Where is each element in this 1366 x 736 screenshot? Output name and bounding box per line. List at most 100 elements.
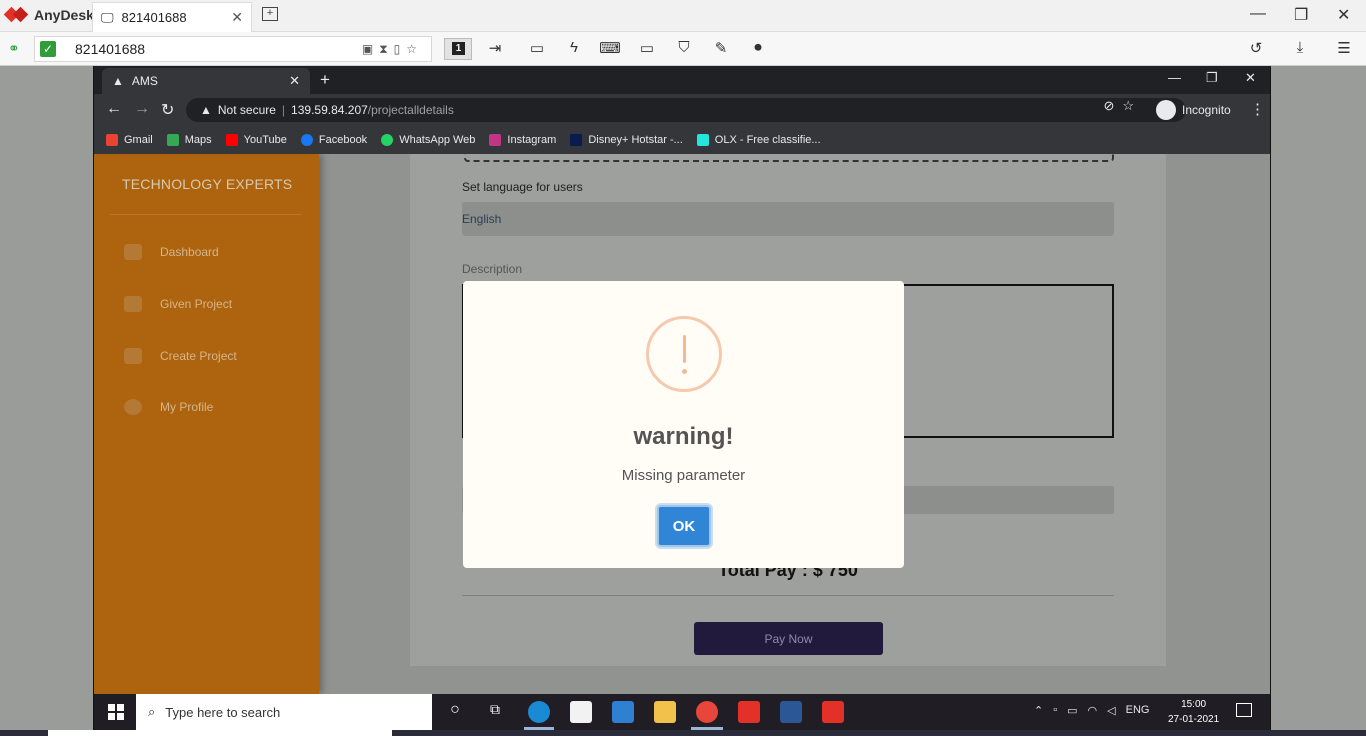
sidebar-item-given-project[interactable]: Given Project <box>124 296 232 312</box>
word-icon[interactable] <box>780 701 802 723</box>
ok-button[interactable]: OK <box>657 505 711 547</box>
anydesk-logo: AnyDesk <box>3 6 94 24</box>
chrome-toolbar: ← → ↻ ▲ Not secure | 139.59.84.207/proje… <box>94 94 1270 126</box>
anydesk-icon[interactable] <box>822 701 844 723</box>
language-label: Set language for users <box>462 180 583 194</box>
edge-icon[interactable] <box>528 701 550 723</box>
reload-icon[interactable]: ↻ <box>161 100 174 120</box>
security-label: Not secure <box>217 103 276 117</box>
url-bar[interactable]: ▲ Not secure | 139.59.84.207/projectalld… <box>186 98 1186 122</box>
record-icon[interactable]: ⏺ <box>747 39 769 56</box>
actions-icon[interactable]: ϟ <box>563 39 585 56</box>
verified-icon: ✓ <box>40 41 56 57</box>
anydesk-tabbar: AnyDesk 🖵 821401688 ✕ + — ❐ ✕ <box>0 0 1366 32</box>
incognito-indicator[interactable]: Incognito <box>1156 97 1231 123</box>
chrome-tab[interactable]: ▲ AMS ✕ <box>102 68 310 94</box>
close-tab-icon[interactable]: ✕ <box>289 73 300 89</box>
cortana-icon[interactable]: ○ <box>444 701 466 723</box>
close-window-icon[interactable]: ✕ <box>1337 5 1350 25</box>
pay-now-button[interactable]: Pay Now <box>694 622 883 655</box>
remote-screen[interactable]: ▲ AMS ✕ + — ❐ ✕ ← → ↻ ▲ Not secure | 139… <box>93 66 1271 730</box>
notification-icon[interactable] <box>1236 703 1252 717</box>
bookmark-maps[interactable]: Maps <box>166 134 212 146</box>
anydesk-address-bar[interactable]: ✓ 821401688 ▣⧗▯☆ <box>34 36 432 62</box>
facebook-icon <box>300 134 313 146</box>
chevron-up-icon[interactable]: ⌃ <box>1034 704 1043 717</box>
monitor-select-button[interactable]: 1 <box>444 38 472 60</box>
restore-icon[interactable]: ❐ <box>1294 5 1308 25</box>
incognito-icon <box>1156 100 1176 120</box>
bookmark-olx[interactable]: OLX - Free classifie... <box>696 134 821 146</box>
task-view-icon[interactable]: ⧉ <box>484 701 506 723</box>
history-icon[interactable]: ↺ <box>1245 39 1267 57</box>
anydesk-icon[interactable] <box>738 701 760 723</box>
hotstar-icon <box>570 134 583 146</box>
close-window-icon[interactable]: ✕ <box>1245 70 1256 86</box>
url-host: 139.59.84.207 <box>291 103 368 117</box>
mail-icon[interactable] <box>612 701 634 723</box>
windows-start-icon[interactable] <box>108 704 124 720</box>
bookmark-youtube[interactable]: YouTube <box>225 134 287 146</box>
sidebar-item-dashboard[interactable]: Dashboard <box>124 244 219 260</box>
back-icon[interactable]: ← <box>106 100 122 118</box>
warning-icon <box>646 316 722 392</box>
modal-message: Missing parameter <box>621 467 746 484</box>
download-icon[interactable]: ⤓ <box>1289 39 1311 56</box>
transfer-icon[interactable]: ⇥ <box>484 39 506 57</box>
url-path: /projectalldetails <box>367 103 454 117</box>
language-select[interactable]: English <box>462 202 1114 236</box>
chart-icon <box>124 244 142 260</box>
sidebar-item-create-project[interactable]: Create Project <box>124 348 237 364</box>
taskbar-clock[interactable]: 15:00 27-01-2021 <box>1168 697 1219 727</box>
menu-icon[interactable]: ☰ <box>1333 39 1355 57</box>
chat-icon <box>124 348 142 364</box>
chrome-icon[interactable] <box>696 701 718 723</box>
whatsapp-icon <box>381 134 394 146</box>
meet-icon[interactable]: ▫ <box>1053 704 1057 717</box>
monitor-icon: 🖵 <box>101 9 114 25</box>
bookmark-facebook[interactable]: Facebook <box>300 134 367 146</box>
volume-icon[interactable]: ◁ <box>1107 704 1115 717</box>
bookmark-instagram[interactable]: Instagram <box>489 134 556 146</box>
battery-icon[interactable]: ▭ <box>1067 704 1077 717</box>
clock-time: 15:00 <box>1181 699 1207 710</box>
anydesk-session-tab[interactable]: 🖵 821401688 ✕ <box>92 2 252 32</box>
instagram-icon <box>489 134 502 146</box>
taskbar-search[interactable]: ⌕ Type here to search <box>136 694 432 730</box>
user-icon <box>124 296 142 312</box>
monitor-number: 1 <box>452 42 465 55</box>
bookmarks-bar: Gmail Maps YouTube Facebook WhatsApp Web… <box>94 126 1270 154</box>
minimize-icon[interactable]: — <box>1250 5 1266 23</box>
sidebar-item-label: Create Project <box>160 349 237 363</box>
tracking-off-icon[interactable]: ⊘☆ <box>1103 98 1142 114</box>
keyboard-icon[interactable]: ⌨ <box>599 39 621 57</box>
bookmark-gmail[interactable]: Gmail <box>106 134 153 146</box>
language-indicator[interactable]: ENG <box>1126 704 1150 717</box>
brand-title: TECHNOLOGY EXPERTS <box>122 176 293 192</box>
close-tab-icon[interactable]: ✕ <box>231 9 243 26</box>
language-value: English <box>462 212 502 226</box>
upload-dropzone[interactable] <box>464 154 1114 162</box>
web-page: TECHNOLOGY EXPERTS Dashboard Given Proje… <box>94 154 1270 694</box>
display-icon[interactable]: ▭ <box>636 39 658 57</box>
sidebar-item-label: My Profile <box>160 400 214 414</box>
sidebar-item-my-profile[interactable]: My Profile <box>124 399 213 415</box>
bookmark-hotstar[interactable]: Disney+ Hotstar -... <box>570 134 683 146</box>
forward-icon[interactable]: → <box>134 100 150 118</box>
anydesk-toolbar: ⚭ ✓ 821401688 ▣⧗▯☆ 1 ⇥ ▭ ϟ ⌨ ▭ ⛉ ✎ ⏺ ↺ ⤓… <box>0 32 1366 66</box>
permissions-icon[interactable]: ⛉ <box>673 39 695 56</box>
file-explorer-icon[interactable] <box>654 701 676 723</box>
chrome-menu-icon[interactable]: ⋮ <box>1250 100 1265 118</box>
chat-icon[interactable]: ▭ <box>526 39 548 57</box>
new-tab-icon[interactable]: + <box>262 7 278 21</box>
wifi-icon[interactable]: ◠ <box>1088 704 1098 717</box>
chrome-tab-title: AMS <box>131 74 158 88</box>
sidebar-item-label: Dashboard <box>160 245 219 259</box>
store-icon[interactable] <box>570 701 592 723</box>
minimize-icon[interactable]: — <box>1168 70 1181 85</box>
restore-icon[interactable]: ❐ <box>1206 70 1218 86</box>
new-tab-icon[interactable]: + <box>320 70 330 90</box>
whiteboard-icon[interactable]: ✎ <box>710 39 732 57</box>
bookmark-whatsapp[interactable]: WhatsApp Web <box>381 134 475 146</box>
clock-date: 27-01-2021 <box>1168 714 1220 725</box>
